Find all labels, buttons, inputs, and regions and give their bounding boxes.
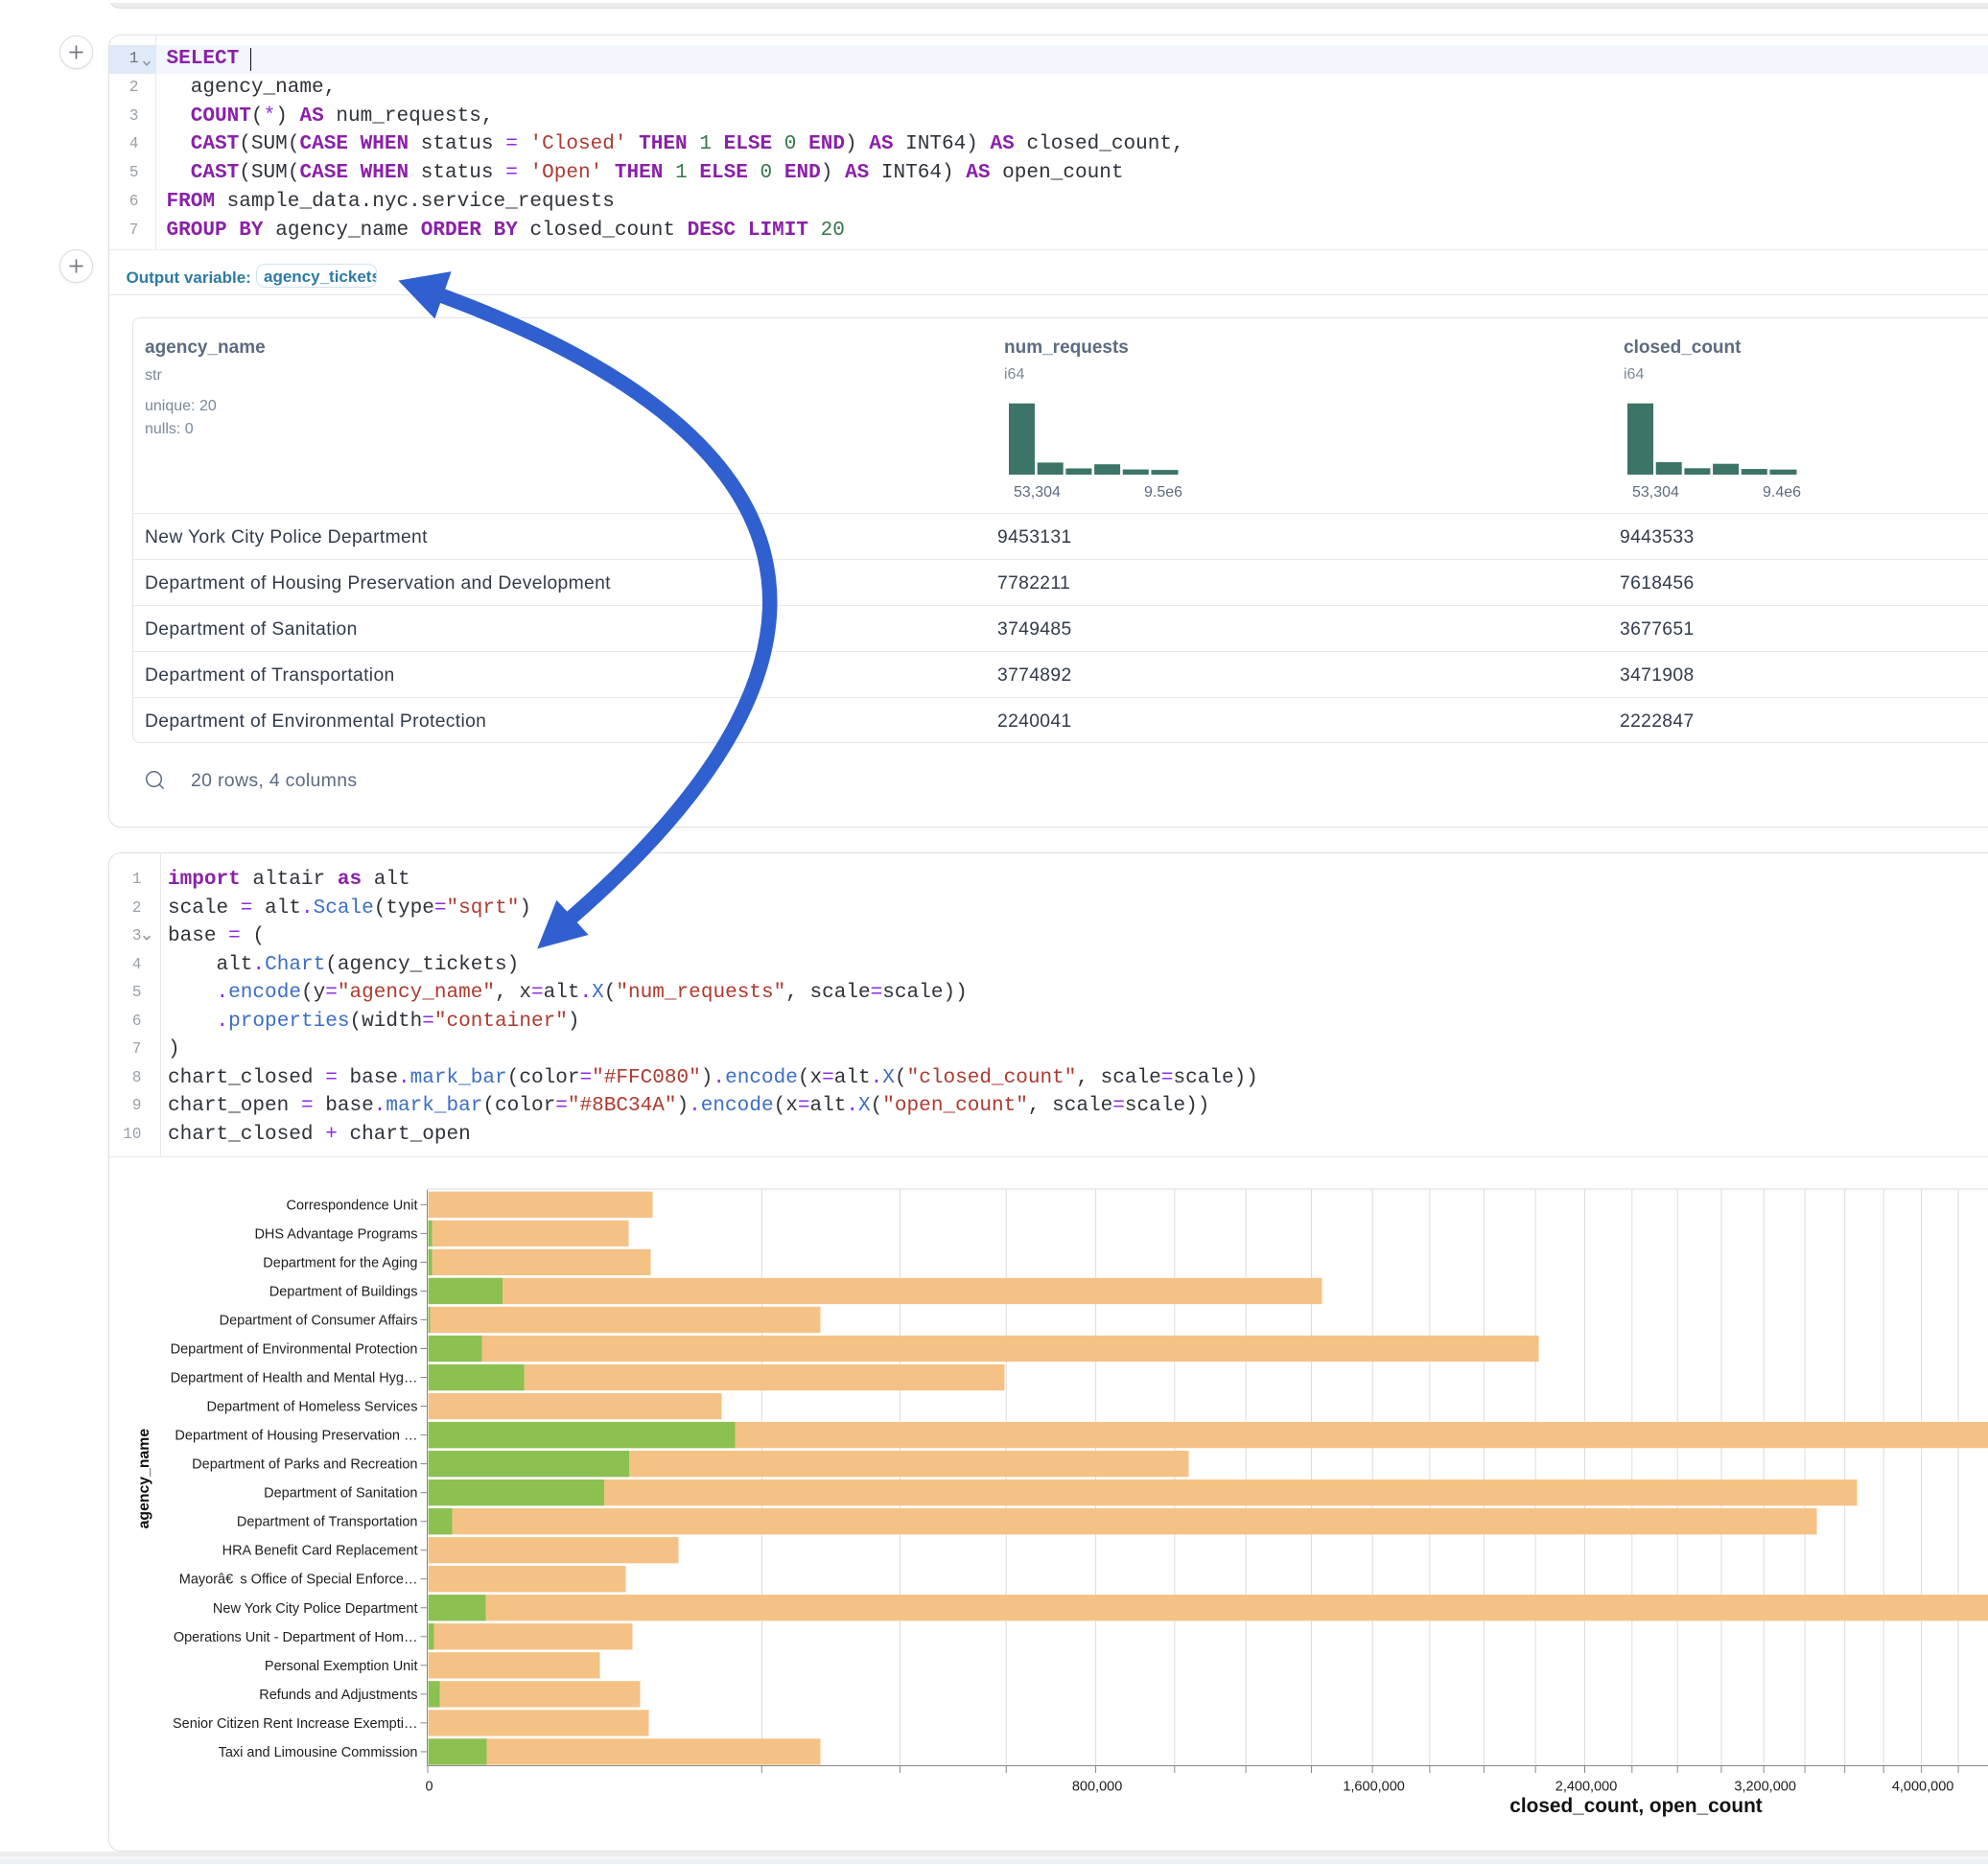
svg-text:Mayorâ€ s Office of Special En: Mayorâ€ s Office of Special Enforce… bbox=[179, 1573, 418, 1588]
svg-text:Department of Homeless Service: Department of Homeless Services bbox=[207, 1400, 418, 1415]
svg-text:Refunds and Adjustments: Refunds and Adjustments bbox=[259, 1688, 417, 1703]
svg-text:Department of Housing Preserva: Department of Housing Preservation … bbox=[175, 1429, 417, 1444]
svg-text:Taxi and Limousine Commission: Taxi and Limousine Commission bbox=[219, 1745, 418, 1760]
svg-text:Department of Buildings: Department of Buildings bbox=[269, 1284, 418, 1299]
svg-text:800,000: 800,000 bbox=[1072, 1780, 1122, 1795]
svg-text:Department of Health and Menta: Department of Health and Mental Hyg… bbox=[171, 1371, 418, 1386]
svg-text:HRA Benefit Card Replacement: HRA Benefit Card Replacement bbox=[222, 1544, 418, 1559]
svg-text:Senior Citizen Rent Increase E: Senior Citizen Rent Increase Exempti… bbox=[173, 1716, 417, 1732]
svg-text:3,200,000: 3,200,000 bbox=[1734, 1780, 1796, 1795]
svg-text:Department of Sanitation: Department of Sanitation bbox=[264, 1486, 417, 1502]
svg-text:Department of Environmental Pr: Department of Environmental Protection bbox=[171, 1342, 418, 1358]
svg-text:2,400,000: 2,400,000 bbox=[1555, 1780, 1618, 1795]
svg-text:Operations Unit - Department o: Operations Unit - Department of Hom… bbox=[174, 1630, 418, 1645]
svg-text:Department of Consumer Affairs: Department of Consumer Affairs bbox=[220, 1313, 418, 1328]
svg-text:Personal Exemption Unit: Personal Exemption Unit bbox=[265, 1659, 418, 1674]
svg-text:Department of Parks and Recrea: Department of Parks and Recreation bbox=[192, 1457, 417, 1473]
svg-text:4,000,000: 4,000,000 bbox=[1892, 1780, 1954, 1795]
svg-text:Department of Transportation: Department of Transportation bbox=[237, 1515, 418, 1530]
svg-text:agency_name: agency_name bbox=[136, 1429, 152, 1529]
svg-text:Correspondence Unit: Correspondence Unit bbox=[286, 1198, 417, 1213]
svg-text:New York City Police Departmen: New York City Police Department bbox=[213, 1601, 418, 1617]
svg-text:0: 0 bbox=[425, 1780, 433, 1795]
svg-text:closed_count, open_count: closed_count, open_count bbox=[1509, 1795, 1763, 1817]
svg-text:DHS Advantage Programs: DHS Advantage Programs bbox=[254, 1226, 417, 1242]
svg-text:1,600,000: 1,600,000 bbox=[1343, 1780, 1405, 1795]
svg-text:Department for the Aging: Department for the Aging bbox=[263, 1255, 417, 1270]
